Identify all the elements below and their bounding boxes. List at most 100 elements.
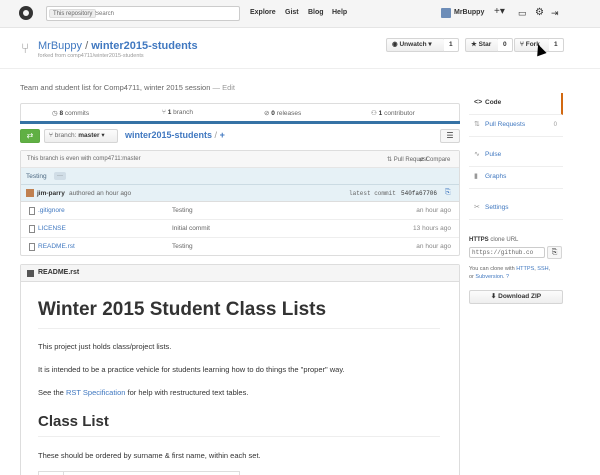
unwatch-label: Unwatch (399, 41, 427, 48)
commit-title[interactable]: Testing (26, 173, 47, 180)
breadcrumb: winter2015-students / + (125, 130, 225, 140)
sidebar-item-code[interactable]: <> Code (469, 93, 563, 115)
repo-name-link[interactable]: winter2015-students (91, 40, 197, 52)
nav-blog[interactable]: Blog (308, 9, 324, 16)
nav-explore[interactable]: Explore (250, 9, 276, 16)
copy-sha-icon[interactable]: ⎘ (445, 189, 451, 197)
language-bar[interactable] (20, 121, 460, 124)
file-commit-message[interactable]: Testing (172, 207, 193, 214)
branch-status-bar: This branch is even with comp4711:master… (21, 151, 459, 168)
readme-heading: Class List (38, 413, 109, 430)
nav-help[interactable]: Help (332, 9, 347, 16)
clone-subversion-link[interactable]: Subversion (475, 274, 503, 280)
releases-label: releases (276, 110, 302, 117)
readme-text: See the (38, 388, 66, 397)
gear-icon[interactable]: ⚙ (535, 7, 544, 19)
sidebar-item-graphs[interactable]: ▮ Graphs (469, 167, 563, 189)
readme-title: Winter 2015 Student Class Lists (38, 299, 327, 320)
clipboard-icon: ⎘ (551, 249, 558, 256)
repo-sidebar: <> Code ⇅ Pull Requests 0 ∿ Pulse ▮ Grap… (469, 93, 563, 223)
avatar[interactable] (441, 8, 451, 18)
pull-request-icon: ⇅ (474, 121, 480, 128)
contributors-count: 1 (378, 110, 383, 117)
readme-paragraph: It is intended to be a practice vehicle … (38, 365, 345, 374)
nav-gist[interactable]: Gist (285, 9, 299, 16)
clone-url-field[interactable]: https://github.co (469, 247, 545, 258)
download-zip-label: Download ZIP (498, 293, 542, 300)
search-box[interactable]: This repository (46, 6, 240, 21)
clone-https-link[interactable]: HTTPS (516, 266, 534, 272)
compare-small-icon: ⇄ (419, 157, 426, 163)
commits-link[interactable]: ◷ 8 commits (52, 109, 89, 117)
contributors-label: contributor (384, 110, 415, 117)
contributors-link[interactable]: ⚇ 1 contributor (371, 109, 415, 117)
sign-out-icon[interactable]: ⇥ (551, 7, 559, 19)
divider (38, 436, 440, 437)
copy-clone-url-button[interactable]: ⎘ (547, 246, 562, 259)
breadcrumb-repo-link[interactable]: winter2015-students (125, 130, 212, 140)
star-icon: ★ (471, 41, 479, 48)
star-button[interactable]: ★ Star (465, 38, 499, 52)
commit-author-link[interactable]: jim-parry (37, 190, 65, 197)
readme-paragraph: See the RST Specification for help with … (38, 388, 248, 397)
rst-spec-link[interactable]: RST Specification (66, 388, 125, 397)
divider (38, 328, 440, 329)
pulse-icon: ∿ (474, 151, 480, 158)
clone-help-text: You can clone with HTTPS, SSH, or Subver… (469, 266, 551, 280)
file-name-link[interactable]: LICENSE (38, 225, 66, 232)
latest-commit-sha[interactable]: 540fa67706 (401, 190, 437, 197)
download-zip-button[interactable]: ⬇ Download ZIP (469, 290, 563, 304)
commit-expand-button[interactable]: ··· (54, 172, 66, 180)
releases-link[interactable]: ⊘ 0 releases (264, 109, 301, 117)
readme-paragraph: This project just holds class/project li… (38, 342, 172, 351)
sidebar-item-settings[interactable]: ✂ Settings (469, 198, 563, 220)
unwatch-button[interactable]: ◉ Unwatch ▾ (386, 38, 445, 52)
branch-select[interactable]: ⑂ branch: master ▾ (44, 129, 118, 143)
breadcrumb-separator: / (214, 130, 218, 140)
file-icon (29, 243, 35, 251)
forked-from-text[interactable]: forked from comp4711/winter2015-students (38, 53, 144, 59)
file-icon (29, 207, 35, 215)
file-commit-message[interactable]: Initial commit (172, 225, 210, 232)
branches-link[interactable]: ⑂ 1 branch (162, 109, 193, 116)
code-icon: <> (474, 99, 483, 106)
branches-label: branch (173, 109, 194, 116)
pull-request-count: 0 (553, 122, 557, 128)
new-file-button[interactable]: + (220, 130, 225, 140)
edit-description-link[interactable]: — Edit (212, 83, 235, 92)
pull-request-icon: ⇅ (387, 157, 394, 163)
repo-owner-link[interactable]: MrBuppy (38, 40, 82, 52)
clone-ssh-link[interactable]: SSH (537, 266, 548, 272)
clone-help-prefix: You can clone with (469, 266, 517, 272)
file-icon (29, 225, 35, 233)
username-link[interactable]: MrBuppy (454, 9, 484, 16)
list-view-button[interactable]: ☰ (440, 129, 460, 143)
sidebar-item-pulse[interactable]: ∿ Pulse (469, 145, 563, 167)
compare-link[interactable]: ⇄ Compare (419, 156, 450, 163)
file-age: an hour ago (416, 207, 451, 214)
branch-status-text: This branch is even with comp4711:master (27, 156, 141, 162)
file-name-link[interactable]: .gitignore (38, 207, 65, 214)
sidebar-item-pull-requests[interactable]: ⇅ Pull Requests 0 (469, 115, 563, 137)
inbox-icon[interactable]: ▭ (518, 7, 527, 19)
search-input[interactable] (95, 8, 235, 19)
github-logo-icon[interactable] (19, 6, 33, 20)
latest-commit-label: latest commit (349, 190, 396, 197)
plus-icon[interactable]: +▾ (494, 6, 505, 18)
file-commit-message[interactable]: Testing (172, 243, 193, 250)
readme-filename: README.rst (38, 269, 80, 276)
help-icon[interactable]: ? (506, 274, 509, 280)
search-scope-label: This repository (49, 9, 97, 18)
compare-review-button[interactable]: ⇄ (20, 129, 40, 143)
file-name-link[interactable]: README.rst (38, 243, 75, 250)
file-row: .gitignore Testing an hour ago (21, 202, 459, 220)
commits-label: commits (64, 110, 90, 117)
file-row: LICENSE Initial commit 13 hours ago (21, 220, 459, 238)
star-count[interactable]: 0 (498, 38, 513, 52)
star-label: Star (478, 41, 492, 48)
site-header: This repository Explore Gist Blog Help M… (0, 0, 600, 28)
fork-count[interactable]: 1 (549, 38, 564, 52)
repo-title: MrBuppy / winter2015-students (38, 40, 198, 52)
watch-count[interactable]: 1 (444, 38, 459, 52)
book-icon (27, 270, 34, 277)
